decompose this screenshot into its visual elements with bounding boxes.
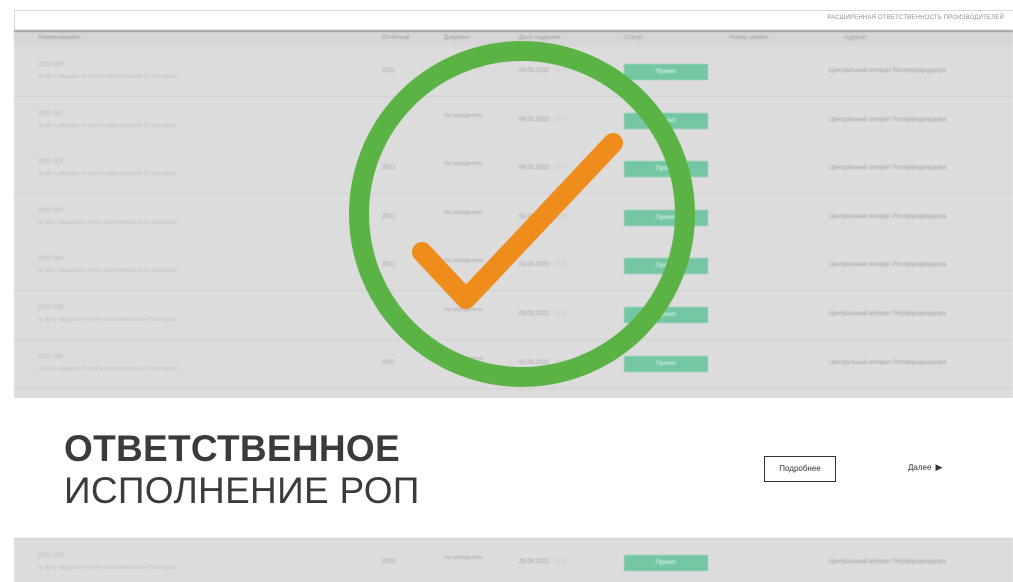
column-header-status[interactable]: Статус: [624, 35, 643, 41]
banner-title-line1: ОТВЕТСТВЕННОЕ: [64, 428, 400, 469]
report-description: № АФ-1 сведения по отчёту ответственност…: [38, 565, 178, 571]
report-organization: Центральный аппарат Росприроднадзора: [829, 359, 946, 366]
table-row[interactable]: 2022 002 № АФ-1 сведения по отчёту ответс…: [14, 145, 1013, 195]
report-date: 03.03.2022 13:00: [519, 311, 569, 317]
status-badge[interactable]: Принят: [624, 209, 708, 226]
top-header-strip: Расширенная ответственность производител…: [14, 10, 1013, 31]
report-description: № АФ-1 сведения по отчёту ответственност…: [38, 365, 178, 372]
report-date: 03.03.2022 13:00: [519, 262, 569, 269]
report-year: 2020: [382, 559, 396, 565]
report-description: № АФ-1 сведения по отчёту ответственност…: [38, 122, 178, 129]
report-year: 2021: [382, 213, 396, 220]
report-date: 03.03.2022 13:00: [519, 213, 569, 220]
report-year: 2021: [382, 165, 396, 172]
report-state: Не определено: [444, 64, 484, 70]
report-year: 2021: [382, 359, 396, 366]
report-number[interactable]: 2022 002: [38, 159, 63, 165]
header-caption: Расширенная ответственность производител…: [827, 15, 1004, 21]
report-number[interactable]: 2022 001: [38, 111, 63, 117]
reports-table-continued: 2021 010 № АФ-1 сведения по отчёту ответ…: [14, 538, 1013, 582]
status-badge[interactable]: Принят: [624, 555, 708, 571]
status-badge[interactable]: Принят: [624, 112, 708, 129]
column-header-name[interactable]: Наименование: [38, 35, 80, 41]
report-date: 09.03.2022 13:00: [519, 68, 569, 74]
report-description: № АФ-1 сведения по отчёту ответственност…: [38, 171, 178, 178]
report-description: № АФ-1 сведения по отчёту ответственност…: [38, 74, 178, 80]
banner-title-line2: ИСПОЛНЕНИЕ РОП: [64, 470, 420, 511]
play-arrow-icon: ▶: [935, 462, 943, 472]
table-row[interactable]: 2022 003 № АФ-1 сведения по отчёту ответс…: [14, 193, 1013, 243]
report-date: 06.03.2022 13:00: [519, 116, 569, 123]
report-state: Не определено: [444, 307, 484, 313]
table-row[interactable]: 2021 010 № АФ-1 сведения по отчёту ответ…: [14, 539, 1013, 582]
column-header-addressee[interactable]: Адресат: [844, 35, 867, 41]
report-number[interactable]: 2022 004: [38, 256, 63, 262]
report-number[interactable]: 2022 005: [38, 305, 63, 311]
report-state: Не определено: [444, 161, 484, 168]
report-state: Не определено: [444, 258, 484, 265]
table-header: Наименование Отчётный Документ Дата созд…: [14, 32, 1013, 46]
report-year: 2021: [382, 68, 396, 74]
status-badge[interactable]: Принят: [624, 355, 708, 372]
report-state: Не определено: [444, 355, 484, 362]
next-link[interactable]: Далее ▶: [908, 462, 942, 473]
report-organization: Центральный аппарат Росприроднадзора: [829, 165, 946, 172]
report-state: Не определено: [444, 112, 484, 119]
report-organization: Центральный аппарат Росприроднадзора: [829, 262, 946, 269]
reports-table: Наименование Отчётный Документ Дата созд…: [14, 30, 1013, 400]
status-badge[interactable]: Принят: [624, 307, 708, 323]
report-year: 2021: [382, 262, 396, 269]
table-row[interactable]: 2022 001 № АФ-1 сведения по отчёту ответс…: [14, 96, 1013, 146]
table-row[interactable]: 2022 005 № АФ-1 сведения по отчёту ответс…: [14, 291, 1013, 340]
report-description: № АФ-1 сведения по отчёту ответственност…: [38, 317, 178, 323]
status-badge[interactable]: Принят: [624, 161, 708, 178]
status-badge[interactable]: Принят: [624, 64, 708, 80]
status-badge[interactable]: Принят: [624, 258, 708, 275]
table-row[interactable]: 2022 006 № АФ-1 сведения по отчёту ответс…: [14, 339, 1013, 389]
report-date: 02.03.2022 13:00: [519, 359, 569, 366]
column-header-period[interactable]: Отчётный: [382, 35, 410, 41]
table-row[interactable]: 2022 000 № АФ-1 сведения по отчёту ответс…: [14, 48, 1013, 97]
report-organization: Центральный аппарат Росприроднадзора: [829, 116, 946, 123]
report-number[interactable]: 2022 006: [38, 354, 63, 360]
more-details-button[interactable]: Подробнее: [764, 456, 836, 482]
report-state: Не определено: [444, 209, 484, 216]
report-date: 06.03.2022 13:00: [519, 165, 569, 172]
column-header-created[interactable]: Дата создания: [519, 35, 560, 41]
report-description: № АФ-1 сведения по отчёту ответственност…: [38, 268, 178, 275]
report-organization: Центральный аппарат Росприроднадзора: [829, 68, 946, 74]
report-number[interactable]: 2022 000: [38, 62, 63, 68]
page: Расширенная ответственность производител…: [0, 0, 1013, 582]
table-row[interactable]: 2022 004 № АФ-1 сведения по отчёту ответс…: [14, 242, 1013, 292]
report-organization: Центральный аппарат Росприроднадзора: [829, 213, 946, 220]
next-link-label: Далее: [908, 463, 932, 472]
report-description: № АФ-1 сведения по отчёту ответственност…: [38, 219, 178, 226]
report-organization: Центральный аппарат Росприроднадзора: [829, 311, 946, 317]
report-organization: Центральный аппарат Росприроднадзора: [829, 559, 946, 565]
report-number[interactable]: 2022 003: [38, 208, 63, 214]
column-header-document[interactable]: Документ: [444, 35, 471, 41]
column-header-request[interactable]: Номер заявки: [729, 35, 768, 41]
report-state: Не определено: [444, 555, 484, 561]
promo-banner: ОТВЕТСТВЕННОЕ ИСПОЛНЕНИЕ РОП Подробнее Д…: [14, 398, 1013, 538]
report-date: 25.08.2021 13:00: [519, 559, 569, 565]
report-number[interactable]: 2021 010: [38, 553, 63, 559]
